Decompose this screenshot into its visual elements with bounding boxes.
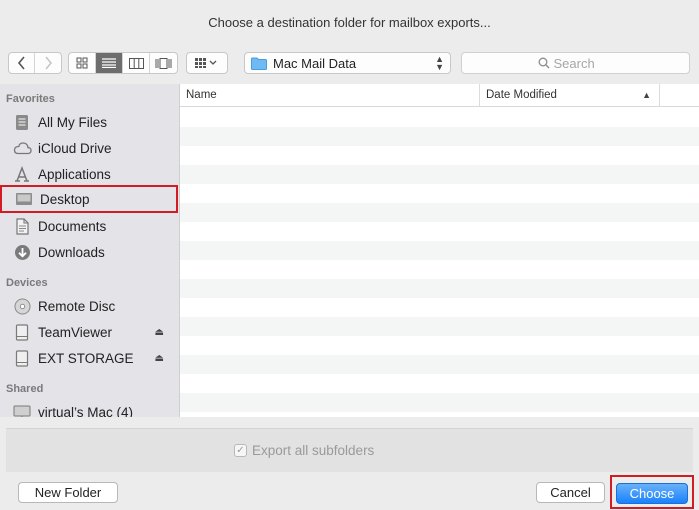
cloud-icon: [12, 139, 32, 157]
sidebar-item-label: Documents: [38, 218, 107, 234]
toolbar: Mac Mail Data ▲ ▼: [0, 46, 699, 82]
empty-row: [180, 241, 699, 260]
empty-row: [180, 108, 699, 127]
empty-row: [180, 336, 699, 355]
export-subfolders-checkbox[interactable]: ✓ Export all subfolders: [234, 443, 374, 458]
sidebar-item-label: virtual’s Mac (4): [38, 404, 134, 418]
eject-icon[interactable]: ⏏: [155, 327, 164, 338]
sidebar-item-label: Desktop: [40, 191, 90, 207]
sort-ascending-icon: ▲: [642, 90, 651, 100]
column-name-header[interactable]: Name: [180, 84, 480, 107]
sidebar: Favorites All My Files iCloud Drive Appl…: [0, 84, 180, 417]
cover-flow-button[interactable]: [150, 53, 177, 73]
empty-row: [180, 279, 699, 298]
desktop-icon: [14, 190, 34, 208]
sidebar-item-documents[interactable]: Documents: [0, 213, 178, 239]
arrange-grid-icon: [195, 58, 217, 68]
empty-row: [180, 393, 699, 412]
arrange-control: [187, 53, 227, 73]
updown-chevron-icon: ▲ ▼: [435, 54, 444, 72]
checkmark-icon: ✓: [234, 444, 247, 457]
chevron-left-icon: [17, 56, 25, 70]
file-rows: [180, 108, 699, 412]
favorites-header: Favorites: [6, 93, 55, 105]
sidebar-item-ext-storage[interactable]: EXT STORAGE ⏏: [0, 345, 178, 371]
cover-flow-icon: [155, 57, 172, 69]
export-subfolders-label: Export all subfolders: [252, 443, 375, 458]
back-button[interactable]: [9, 53, 35, 73]
column-date-label: Date Modified: [486, 89, 557, 101]
forward-button[interactable]: [35, 53, 61, 73]
sidebar-item-label: EXT STORAGE: [38, 350, 134, 366]
chevron-right-icon: [45, 56, 53, 70]
sidebar-item-label: Downloads: [38, 244, 105, 260]
search-field[interactable]: [461, 52, 690, 74]
search-icon: [538, 57, 549, 69]
column-view-button[interactable]: [123, 53, 150, 73]
dialog-title: Choose a destination folder for mailbox …: [208, 15, 491, 30]
sidebar-item-label: Applications: [38, 166, 111, 182]
sidebar-item-label: iCloud Drive: [38, 140, 112, 156]
empty-row: [180, 260, 699, 279]
navigation-buttons: [8, 52, 62, 74]
sidebar-item-virtuals-mac[interactable]: virtual’s Mac (4): [0, 399, 178, 417]
sidebar-item-icloud-drive[interactable]: iCloud Drive: [0, 135, 178, 161]
sidebar-item-teamviewer[interactable]: TeamViewer ⏏: [0, 319, 178, 345]
drive-icon: [12, 349, 32, 367]
list-view-icon: [102, 58, 116, 68]
empty-row: [180, 203, 699, 222]
devices-header: Devices: [6, 277, 48, 289]
options-panel: ✓ Export all subfolders: [6, 428, 693, 472]
icon-view-icon: [76, 57, 88, 69]
empty-row: [180, 298, 699, 317]
shared-header: Shared: [6, 383, 44, 395]
new-folder-button[interactable]: New Folder: [18, 482, 118, 503]
file-list: Name Date Modified ▲: [180, 84, 699, 417]
empty-row: [180, 355, 699, 374]
arrange-button[interactable]: [186, 52, 228, 74]
search-input[interactable]: [553, 55, 614, 71]
empty-row: [180, 184, 699, 203]
location-popup[interactable]: Mac Mail Data ▲ ▼: [244, 52, 451, 74]
empty-row: [180, 127, 699, 146]
sidebar-item-downloads[interactable]: Downloads: [0, 239, 178, 265]
empty-row: [180, 165, 699, 184]
computer-icon: [12, 403, 32, 417]
empty-row: [180, 374, 699, 393]
all-files-icon: [12, 113, 32, 131]
cancel-button[interactable]: Cancel: [536, 482, 605, 503]
view-mode-buttons: [68, 52, 178, 74]
sidebar-item-label: TeamViewer: [38, 324, 113, 340]
column-view-icon: [128, 57, 144, 69]
eject-icon[interactable]: ⏏: [155, 353, 164, 364]
choose-button[interactable]: Choose: [616, 483, 688, 504]
empty-row: [180, 317, 699, 336]
icon-view-button[interactable]: [69, 53, 96, 73]
applications-icon: [12, 165, 32, 183]
sidebar-item-remote-disc[interactable]: Remote Disc: [0, 293, 178, 319]
sidebar-item-applications[interactable]: Applications: [0, 161, 178, 187]
sidebar-item-desktop[interactable]: Desktop: [0, 185, 178, 213]
list-view-button[interactable]: [96, 53, 123, 73]
sidebar-item-all-my-files[interactable]: All My Files: [0, 109, 178, 135]
sidebar-item-label: Remote Disc: [38, 298, 116, 314]
sidebar-item-label: All My Files: [38, 114, 108, 130]
documents-icon: [12, 217, 32, 235]
column-date-modified-header[interactable]: Date Modified ▲: [480, 84, 660, 107]
column-header: Name Date Modified ▲: [180, 84, 699, 107]
location-label: Mac Mail Data: [273, 55, 357, 71]
empty-row: [180, 222, 699, 241]
choose-highlight: Choose: [610, 475, 694, 509]
disc-icon: [12, 297, 32, 315]
downloads-icon: [12, 243, 32, 261]
drive-icon: [12, 323, 32, 341]
folder-icon: [251, 57, 267, 70]
empty-row: [180, 146, 699, 165]
